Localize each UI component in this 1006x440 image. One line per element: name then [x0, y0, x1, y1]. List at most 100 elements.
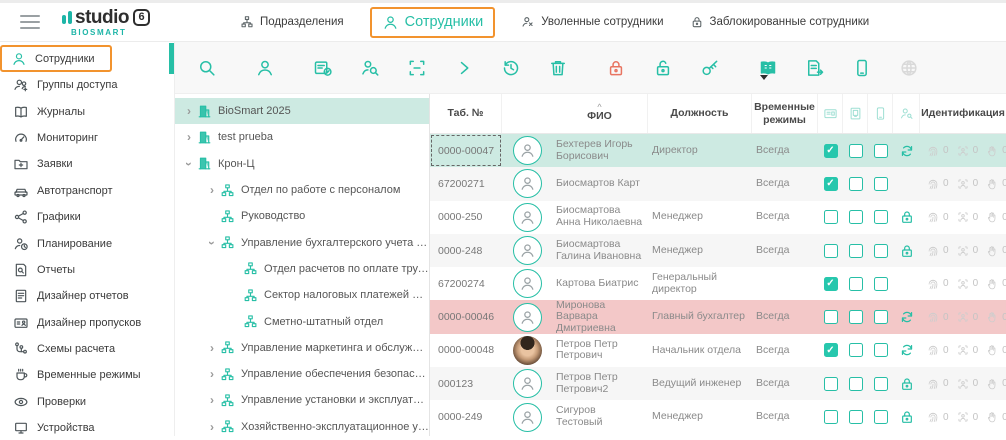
access-rights-button[interactable] — [700, 58, 720, 78]
column-header-tab-number[interactable]: Таб. № — [430, 94, 502, 133]
column-header-position[interactable]: Должность — [648, 94, 752, 133]
chevron-right-icon[interactable]: › — [206, 183, 218, 197]
sidebar-item-calc-schemes[interactable]: Схемы расчета — [0, 336, 174, 362]
add-employee-button[interactable] — [255, 58, 275, 78]
cell-tab-number[interactable]: 0000-00046 — [430, 300, 502, 333]
cell-position[interactable]: Менеджер — [648, 411, 752, 423]
cell-time-mode[interactable]: Всегда — [752, 178, 818, 190]
cell-fio[interactable]: Биосмартова Галина Ивановна — [552, 239, 648, 263]
cell-fio[interactable]: Картова Биатрис — [552, 278, 648, 290]
row-checkbox-1[interactable]: ✓ — [824, 177, 838, 191]
cell-time-mode[interactable]: Всегда — [752, 211, 818, 223]
locked-icon[interactable] — [893, 409, 920, 425]
assign-card-button[interactable] — [313, 58, 333, 78]
column-header-doc-col[interactable] — [843, 94, 868, 133]
cell-position[interactable]: Начальник отдела — [648, 345, 752, 357]
avatar[interactable] — [513, 403, 542, 432]
sidebar-item-monitoring[interactable]: Мониторинг — [0, 125, 174, 151]
tree-node[interactable]: Сектор налоговых платежей и расчето... — [175, 282, 429, 308]
row-checkbox-3[interactable] — [874, 343, 888, 357]
locked-icon[interactable] — [893, 376, 920, 392]
row-checkbox-1[interactable]: ✓ — [824, 144, 838, 158]
block-button[interactable] — [606, 58, 626, 78]
tree-node[interactable]: › BioSmart 2025 — [175, 98, 429, 124]
sync-icon[interactable] — [893, 342, 920, 358]
avatar[interactable] — [513, 269, 542, 298]
cell-tab-number[interactable]: 000123 — [430, 367, 502, 400]
sync-icon[interactable] — [893, 143, 920, 159]
history-button[interactable] — [501, 58, 521, 78]
locked-icon[interactable] — [893, 243, 920, 259]
tab-blocked-employees[interactable]: Заблокированные сотрудники — [690, 15, 870, 29]
search-button[interactable] — [197, 58, 217, 78]
table-row[interactable]: 000123 Петров Петр Петрович2 Ведущий инж… — [430, 367, 1006, 400]
column-header-time-modes[interactable]: Временные режимы — [752, 94, 818, 133]
table-row[interactable]: 0000-00048 Петров Петр Петрович Начальни… — [430, 334, 1006, 367]
cell-tab-number[interactable]: 0000-249 — [430, 400, 502, 433]
row-checkbox-3[interactable] — [874, 244, 888, 258]
row-checkbox-3[interactable] — [874, 177, 888, 191]
tree-node[interactable]: › Хозяйственно-эксплуатационное управле.… — [175, 414, 429, 436]
sidebar-item-schedules[interactable]: Графики — [0, 204, 174, 230]
avatar[interactable] — [513, 236, 542, 265]
column-header-fio[interactable]: ^ФИО — [552, 94, 648, 133]
cell-position[interactable]: Менеджер — [648, 245, 752, 257]
row-checkbox-1[interactable] — [824, 244, 838, 258]
row-checkbox-3[interactable] — [874, 410, 888, 424]
chevron-right-icon[interactable]: › — [206, 420, 218, 434]
cell-fio[interactable]: Сигуров Тестовый — [552, 405, 648, 429]
row-checkbox-3[interactable] — [874, 144, 888, 158]
avatar[interactable] — [513, 169, 542, 198]
cell-fio[interactable]: Петров Петр Петрович2 — [552, 372, 648, 396]
employee-transfer-button[interactable] — [360, 58, 380, 78]
column-header-identification[interactable]: Идентификация — [920, 94, 1006, 133]
tree-node[interactable]: › Отдел по работе с персоналом — [175, 177, 429, 203]
tree-node[interactable]: › Управление маркетинга и обслуживания .… — [175, 335, 429, 361]
sidebar-item-employees[interactable]: Сотрудники — [0, 45, 112, 72]
chevron-right-icon[interactable]: › — [206, 393, 218, 407]
row-checkbox-3[interactable] — [874, 310, 888, 324]
sidebar-item-planning[interactable]: Планирование — [0, 230, 174, 256]
chevron-right-icon[interactable]: › — [183, 130, 195, 144]
avatar[interactable] — [513, 303, 542, 332]
row-checkbox-2[interactable] — [849, 144, 863, 158]
row-checkbox-2[interactable] — [849, 177, 863, 191]
tab-dismissed-employees[interactable]: Уволенные сотрудники — [521, 15, 663, 29]
row-checkbox-2[interactable] — [849, 210, 863, 224]
row-checkbox-2[interactable] — [849, 377, 863, 391]
table-row[interactable]: 0000-00047 Бехтерев Игорь Борисович Дире… — [430, 134, 1006, 167]
column-header-person-key-col[interactable] — [893, 94, 920, 133]
menu-icon[interactable] — [20, 11, 40, 33]
row-checkbox-2[interactable] — [849, 410, 863, 424]
tree-node[interactable]: › Крон-Ц — [175, 151, 429, 177]
chevron-right-icon[interactable]: › — [183, 104, 195, 118]
sidebar-item-journals[interactable]: Журналы — [0, 98, 174, 124]
row-checkbox-1[interactable] — [824, 310, 838, 324]
table-row[interactable]: 67200271 Биосмартов Карт Всегда ✓ 0 0 0/… — [430, 167, 1006, 200]
row-checkbox-2[interactable] — [849, 310, 863, 324]
chevron-right-icon[interactable]: › — [206, 367, 218, 381]
sidebar-item-pass-designer[interactable]: Дизайнер пропусков — [0, 310, 174, 336]
cell-time-mode[interactable]: Всегда — [752, 345, 818, 357]
row-checkbox-2[interactable] — [849, 343, 863, 357]
locked-icon[interactable] — [893, 209, 920, 225]
row-checkbox-3[interactable] — [874, 210, 888, 224]
cell-time-mode[interactable]: Всегда — [752, 145, 818, 157]
cell-tab-number[interactable]: 67200271 — [430, 167, 502, 200]
cell-fio[interactable]: Петров Петр Петрович — [552, 339, 648, 363]
chevron-right-icon[interactable]: › — [206, 341, 218, 355]
cell-tab-number[interactable]: 0000-250 — [430, 201, 502, 234]
sidebar-item-requests[interactable]: Заявки — [0, 151, 174, 177]
row-checkbox-1[interactable]: ✓ — [824, 343, 838, 357]
journal-menu-button[interactable] — [758, 58, 778, 78]
table-row[interactable]: 0000-249 Сигуров Тестовый Менеджер Всегд… — [430, 400, 1006, 433]
table-row[interactable]: 67200274 Картова Биатрис Генеральный дир… — [430, 267, 1006, 300]
row-checkbox-1[interactable]: ✓ — [824, 277, 838, 291]
cell-tab-number[interactable]: 0000-248 — [430, 234, 502, 267]
tab-employees[interactable]: Сотрудники — [370, 7, 496, 38]
sidebar-item-vehicles[interactable]: Автотранспорт — [0, 178, 174, 204]
tree-node[interactable]: Сметно-штатный отдел — [175, 308, 429, 334]
tree-node[interactable]: › Управление обеспечения безопасности — [175, 361, 429, 387]
sidebar-item-devices[interactable]: Устройства — [0, 415, 174, 440]
chevron-down-icon[interactable]: › — [182, 158, 196, 170]
